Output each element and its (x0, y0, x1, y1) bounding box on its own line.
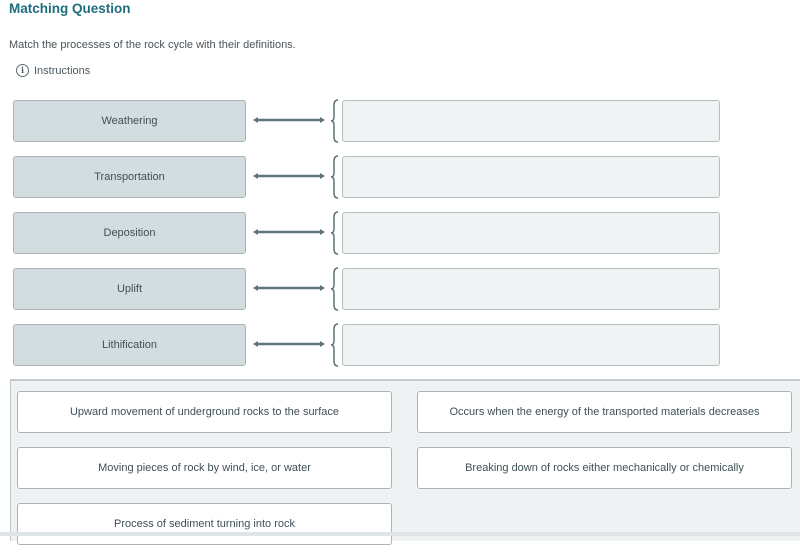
drop-zone[interactable] (342, 212, 720, 254)
term-label: Transportation (94, 171, 165, 183)
term-label: Deposition (103, 227, 156, 239)
question-title: Matching Question (9, 1, 131, 16)
drop-zone[interactable] (342, 100, 720, 142)
double-arrow-icon (253, 285, 325, 291)
match-row: Deposition (0, 211, 800, 256)
instructions-toggle[interactable]: i Instructions (16, 64, 90, 77)
term-label: Weathering (101, 115, 158, 127)
double-arrow-icon (253, 117, 325, 123)
double-arrow-icon (253, 173, 325, 179)
drop-zone[interactable] (342, 268, 720, 310)
answer-choice[interactable]: Occurs when the energy of the transporte… (417, 391, 792, 433)
answer-choice[interactable]: Process of sediment turning into rock (17, 503, 392, 545)
answer-choice[interactable]: Moving pieces of rock by wind, ice, or w… (17, 447, 392, 489)
brace-icon (330, 211, 339, 255)
double-arrow-icon (253, 229, 325, 235)
term-box: Transportation (13, 156, 246, 198)
term-box: Uplift (13, 268, 246, 310)
term-label: Lithification (101, 339, 158, 351)
brace-icon (330, 155, 339, 199)
brace-icon (330, 99, 339, 143)
term-box: Deposition (13, 212, 246, 254)
match-row: Transportation (0, 155, 800, 200)
info-circle-icon: i (16, 64, 29, 77)
drop-zone[interactable] (342, 324, 720, 366)
term-box: Lithification (13, 324, 246, 366)
drop-zone[interactable] (342, 156, 720, 198)
match-row: Lithification (0, 323, 800, 368)
brace-icon (330, 267, 339, 311)
term-box: Weathering (13, 100, 246, 142)
question-prompt: Match the processes of the rock cycle wi… (9, 39, 296, 51)
instructions-label: Instructions (34, 64, 91, 77)
answer-choice[interactable]: Upward movement of underground rocks to … (17, 391, 392, 433)
term-label: Uplift (116, 283, 143, 295)
match-row: Weathering (0, 99, 800, 144)
scroll-edge (0, 532, 800, 536)
match-row: Uplift (0, 267, 800, 312)
double-arrow-icon (253, 341, 325, 347)
brace-icon (330, 323, 339, 367)
answer-choice[interactable]: Breaking down of rocks either mechanical… (417, 447, 792, 489)
